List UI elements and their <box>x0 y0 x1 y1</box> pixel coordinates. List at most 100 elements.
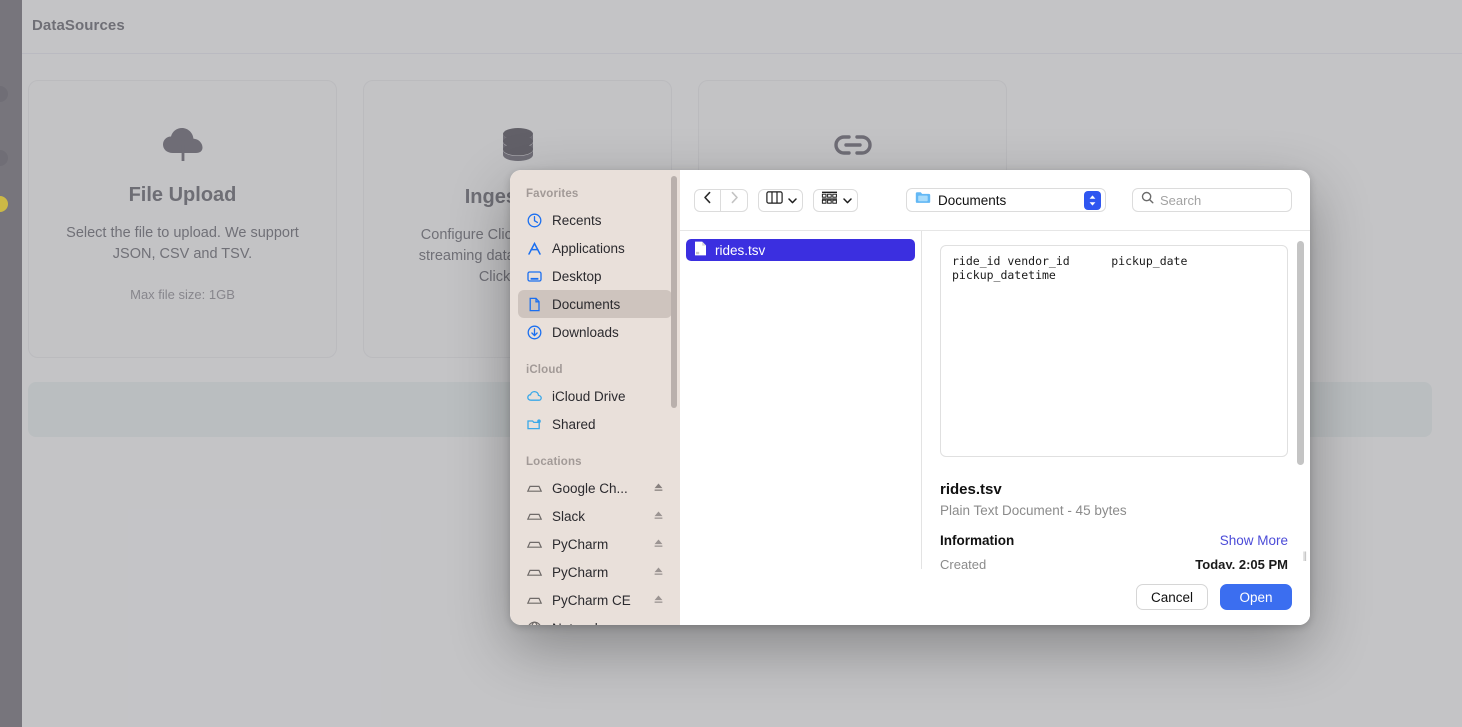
desktop-icon <box>526 268 543 285</box>
chevron-left-icon <box>703 191 712 209</box>
sidebar-item-label: Slack <box>552 509 585 524</box>
globe-icon <box>526 620 543 626</box>
sidebar-group-favorites-label: Favorites <box>510 188 680 206</box>
page-title: DataSources <box>32 17 125 34</box>
download-icon <box>526 324 543 341</box>
sidebar-item-label: PyCharm CE <box>552 593 631 608</box>
sidebar-item-label: Applications <box>552 241 625 256</box>
sidebar-item-documents[interactable]: Documents <box>518 290 672 318</box>
card-note: Max file size: 1GB <box>130 287 235 302</box>
info-value: Today, 2:05 PM <box>1195 557 1288 569</box>
sidebar-item-applications[interactable]: Applications <box>518 234 672 262</box>
clock-icon <box>526 212 543 229</box>
sidebar-item-label: Recents <box>552 213 602 228</box>
sidebar-item-pycharm-2[interactable]: PyCharm <box>518 558 672 586</box>
rail-icon-1[interactable] <box>0 86 8 102</box>
app-topbar: DataSources <box>22 0 1462 54</box>
sidebar-item-icloud-drive[interactable]: iCloud Drive <box>518 382 672 410</box>
dialog-footer: Cancel Open <box>680 569 1310 625</box>
file-name-label: rides.tsv <box>715 243 765 258</box>
eject-icon[interactable] <box>653 509 664 524</box>
icloud-icon <box>526 388 543 405</box>
information-header: Information Show More <box>940 533 1288 548</box>
card-file-upload[interactable]: File Upload Select the file to upload. W… <box>28 80 337 358</box>
eject-icon[interactable] <box>653 537 664 552</box>
card-description: Select the file to upload. We support JS… <box>65 223 301 265</box>
sidebar-item-network[interactable]: Network <box>518 614 672 625</box>
sidebar-item-downloads[interactable]: Downloads <box>518 318 672 346</box>
forward-button[interactable] <box>721 189 748 212</box>
info-key: Created <box>940 557 986 569</box>
eject-icon[interactable] <box>653 593 664 608</box>
folder-icon <box>915 191 931 209</box>
path-popup-button[interactable]: Documents <box>906 188 1106 212</box>
sidebar-item-label: Desktop <box>552 269 602 284</box>
chevron-down-icon <box>788 191 797 209</box>
eject-icon[interactable] <box>653 481 664 496</box>
navigation-buttons <box>694 189 748 212</box>
file-list-item[interactable]: rides.tsv <box>686 239 915 261</box>
chevron-down-icon <box>843 191 852 209</box>
sidebar-item-label: Downloads <box>552 325 619 340</box>
view-mode-button[interactable] <box>758 189 803 212</box>
disk-icon <box>526 508 543 525</box>
information-label: Information <box>940 533 1014 548</box>
sidebar-item-slack[interactable]: Slack <box>518 502 672 530</box>
sidebar-item-label: Google Ch... <box>552 481 628 496</box>
document-icon <box>526 296 543 313</box>
chevron-right-icon <box>730 191 739 209</box>
text-file-icon <box>694 241 707 259</box>
search-input[interactable]: Search <box>1160 193 1201 208</box>
search-icon <box>1141 191 1154 209</box>
disk-icon <box>526 592 543 609</box>
file-open-dialog: Favorites Recents Applications <box>510 170 1310 625</box>
preview-scrollbar[interactable] <box>1297 241 1304 465</box>
sidebar-item-pycharm-ce[interactable]: PyCharm CE <box>518 586 672 614</box>
sidebar-scrollbar[interactable] <box>671 176 677 408</box>
show-more-link[interactable]: Show More <box>1220 533 1288 548</box>
cancel-button[interactable]: Cancel <box>1136 584 1208 610</box>
rail-icon-2[interactable] <box>0 150 8 166</box>
sidebar-item-label: Documents <box>552 297 620 312</box>
database-icon <box>496 125 540 172</box>
sidebar-item-desktop[interactable]: Desktop <box>518 262 672 290</box>
sidebar-group-icloud-label: iCloud <box>510 346 680 382</box>
sidebar-group-locations-label: Locations <box>510 438 680 474</box>
column-view-icon <box>766 191 783 209</box>
info-row-created: Created Today, 2:05 PM <box>940 557 1288 569</box>
card-title: File Upload <box>129 184 237 207</box>
sidebar-item-label: Network <box>552 621 602 626</box>
back-button[interactable] <box>694 189 721 212</box>
rail-icon-highlight[interactable] <box>0 196 8 212</box>
sidebar-item-label: iCloud Drive <box>552 389 626 404</box>
sidebar-item-google-chrome[interactable]: Google Ch... <box>518 474 672 502</box>
sidebar-item-shared[interactable]: Shared <box>518 410 672 438</box>
grid-view-icon <box>821 191 838 209</box>
dialog-main: Documents Search <box>680 170 1310 625</box>
open-button[interactable]: Open <box>1220 584 1292 610</box>
preview-pane: ride_id vendor_id pickup_date pickup_dat… <box>922 231 1310 569</box>
group-options-button[interactable] <box>813 189 858 212</box>
left-rail[interactable] <box>0 0 22 727</box>
sidebar-item-label: Shared <box>552 417 596 432</box>
disk-icon <box>526 480 543 497</box>
dialog-sidebar: Favorites Recents Applications <box>510 170 680 625</box>
sidebar-item-recents[interactable]: Recents <box>518 206 672 234</box>
path-label: Documents <box>938 193 1077 208</box>
link-icon <box>831 125 875 170</box>
preview-file-kind: Plain Text Document - 45 bytes <box>940 503 1288 518</box>
disk-icon <box>526 564 543 581</box>
path-stepper-icon[interactable] <box>1084 191 1101 210</box>
shared-folder-icon <box>526 416 543 433</box>
sidebar-item-pycharm-1[interactable]: PyCharm <box>518 530 672 558</box>
cloud-upload-icon <box>161 125 205 170</box>
search-field[interactable]: Search <box>1132 188 1292 212</box>
file-list-column[interactable]: rides.tsv || <box>680 231 922 569</box>
preview-resize-grip[interactable]: || <box>1303 551 1306 562</box>
eject-icon[interactable] <box>653 565 664 580</box>
dialog-toolbar: Documents Search <box>680 170 1310 230</box>
file-preview-text: ride_id vendor_id pickup_date pickup_dat… <box>940 245 1288 457</box>
dialog-content: rides.tsv || ride_id vendor_id pickup_da… <box>680 230 1310 569</box>
sidebar-item-label: PyCharm <box>552 537 608 552</box>
preview-file-name: rides.tsv <box>940 481 1288 498</box>
